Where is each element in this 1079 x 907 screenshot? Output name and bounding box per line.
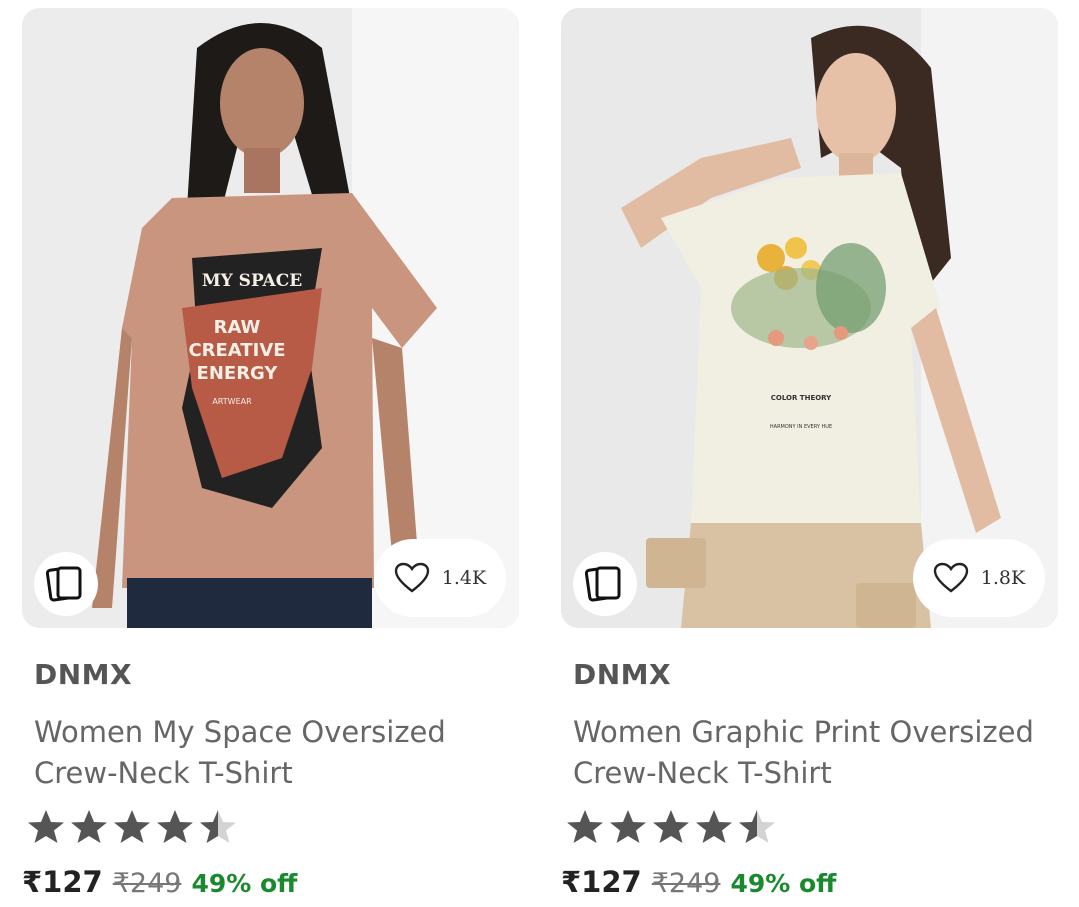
- stacked-cards-icon: [45, 566, 82, 602]
- print-text-2: RAW: [214, 317, 261, 338]
- product-image[interactable]: MY SPACE RAW CREATIVE ENERGY ARTWEAR 1.4…: [22, 8, 519, 628]
- star-icon: [28, 810, 64, 843]
- wishlist-count: 1.4K: [441, 567, 487, 589]
- print-text-3: CREATIVE: [188, 340, 285, 361]
- selling-price: ₹127: [22, 865, 103, 899]
- rating-stars: [565, 808, 777, 846]
- heart-icon: [933, 562, 968, 593]
- print-text-2: HARMONY IN EVERY HUE: [770, 424, 832, 430]
- rating-stars: [26, 808, 238, 846]
- star-icon: [71, 810, 107, 843]
- print-text-5: ARTWEAR: [212, 397, 252, 406]
- product-title[interactable]: Women Graphic Print Oversized Crew-Neck …: [573, 712, 1053, 794]
- print-text-1: MY SPACE: [202, 271, 302, 291]
- wishlist-button[interactable]: 1.4K: [374, 539, 506, 617]
- print-text-1: COLOR THEORY: [771, 394, 832, 402]
- selling-price: ₹127: [561, 865, 642, 899]
- price-row: ₹127 ₹249 49% off: [22, 865, 297, 899]
- wishlist-button[interactable]: 1.8K: [913, 539, 1045, 617]
- product-card[interactable]: MY SPACE RAW CREATIVE ENERGY ARTWEAR 1.4…: [22, 8, 519, 907]
- star-icon: [114, 810, 150, 843]
- star-icon: [653, 810, 689, 843]
- print-text-4: ENERGY: [197, 363, 279, 384]
- brand-name: DNMX: [573, 658, 672, 691]
- discount-badge: 49% off: [191, 869, 298, 898]
- product-image[interactable]: COLOR THEORY HARMONY IN EVERY HUE 1.8K: [561, 8, 1058, 628]
- star-icon: [157, 810, 193, 843]
- half-star-icon: [200, 810, 236, 843]
- half-star-icon: [739, 810, 775, 843]
- star-icon: [567, 810, 603, 843]
- product-photo: MY SPACE RAW CREATIVE ENERGY ARTWEAR: [22, 8, 519, 628]
- stacked-cards-icon: [584, 566, 621, 602]
- similar-products-button[interactable]: [573, 552, 637, 616]
- original-price: ₹249: [112, 868, 182, 899]
- brand-name: DNMX: [34, 658, 133, 691]
- price-row: ₹127 ₹249 49% off: [561, 865, 836, 899]
- product-photo: COLOR THEORY HARMONY IN EVERY HUE: [561, 8, 1058, 628]
- star-icon: [610, 810, 646, 843]
- original-price: ₹249: [651, 868, 721, 899]
- product-title[interactable]: Women My Space Oversized Crew-Neck T-Shi…: [34, 712, 514, 794]
- similar-products-button[interactable]: [34, 552, 98, 616]
- discount-badge: 49% off: [730, 869, 837, 898]
- heart-icon: [394, 562, 429, 593]
- star-icon: [696, 810, 732, 843]
- product-card[interactable]: COLOR THEORY HARMONY IN EVERY HUE 1.8K D…: [561, 8, 1058, 907]
- wishlist-count: 1.8K: [980, 567, 1026, 589]
